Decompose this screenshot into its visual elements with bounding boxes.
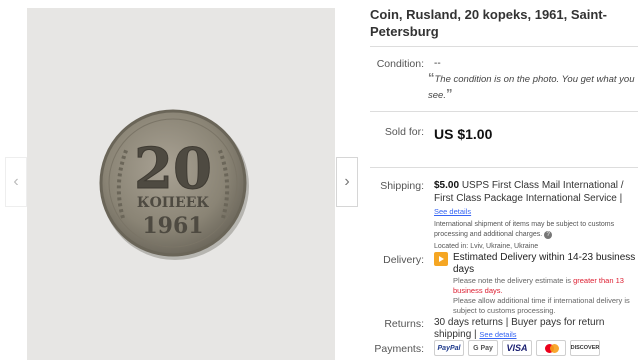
shipping-info: $5.00 USPS First Class Mail Internationa… bbox=[434, 179, 636, 252]
returns-label: Returns: bbox=[384, 318, 424, 330]
item-title: Coin, Rusland, 20 kopeks, 1961, Saint-Pe… bbox=[370, 7, 607, 39]
condition-note-text: The condition is on the photo. You get w… bbox=[428, 74, 635, 101]
delivery-estimate: Estimated Delivery within 14-23 business… bbox=[453, 252, 636, 275]
item-location: Located in: Lviv, Ukraine, Ukraine bbox=[434, 243, 539, 250]
shipping-cost: $5.00 bbox=[434, 180, 460, 191]
returns-text: 30 days returns | Buyer pays for return … bbox=[434, 317, 605, 340]
chevron-left-icon: ‹ bbox=[13, 173, 19, 190]
divider bbox=[370, 167, 638, 168]
google-pay-icon: G Pay bbox=[468, 340, 498, 356]
paypal-icon: PayPal bbox=[434, 340, 464, 356]
condition-note: “The condition is on the photo. You get … bbox=[428, 71, 638, 103]
shipping-label: Shipping: bbox=[380, 180, 424, 192]
previous-image-button[interactable]: ‹ bbox=[5, 157, 27, 207]
coin-year: 1961 bbox=[142, 213, 203, 239]
payment-methods: PayPal G Pay VISA DISCOVER bbox=[434, 340, 600, 356]
next-image-button[interactable]: › bbox=[336, 157, 358, 207]
sold-price: US $1.00 bbox=[434, 126, 493, 142]
shipping-note-text: International shipment of items may be s… bbox=[434, 221, 615, 238]
sold-for-label: Sold for: bbox=[384, 126, 424, 138]
delivery-note-prefix: Please note the delivery estimate is bbox=[453, 276, 574, 285]
mastercard-icon bbox=[536, 340, 566, 356]
shipping-note: International shipment of items may be s… bbox=[434, 220, 636, 240]
shipping-service: USPS First Class Mail International / Fi… bbox=[434, 180, 624, 204]
coin-image: 20 КОПЕЕК 1961 bbox=[99, 109, 249, 260]
delivery-truck-icon bbox=[434, 252, 448, 266]
visa-icon: VISA bbox=[502, 340, 532, 356]
returns-see-details-link[interactable]: See details bbox=[479, 330, 516, 339]
image-gallery: 20 КОПЕЕК 1961 ‹ › bbox=[0, 0, 362, 360]
shipping-see-details-link[interactable]: See details bbox=[434, 207, 471, 216]
chevron-right-icon: › bbox=[344, 173, 350, 190]
coin-word: КОПЕЕК bbox=[137, 195, 209, 211]
returns-info: 30 days returns | Buyer pays for return … bbox=[434, 317, 636, 341]
item-details: Coin, Rusland, 20 kopeks, 1961, Saint-Pe… bbox=[362, 0, 640, 360]
mastercard-orange-circle bbox=[550, 344, 559, 353]
delivery-label: Delivery: bbox=[383, 254, 424, 266]
delivery-note-suffix: Please allow additional time if internat… bbox=[453, 296, 630, 315]
condition-label: Condition: bbox=[376, 58, 424, 70]
divider bbox=[370, 111, 638, 112]
divider bbox=[370, 46, 638, 47]
coin-denomination: 20 bbox=[134, 136, 212, 202]
discover-icon: DISCOVER bbox=[570, 340, 600, 356]
close-quote-icon: ” bbox=[445, 86, 453, 101]
delivery-note: Please note the delivery estimate is gre… bbox=[453, 276, 638, 316]
item-photo[interactable]: 20 КОПЕЕК 1961 bbox=[27, 8, 335, 360]
payments-label: Payments: bbox=[374, 343, 424, 355]
condition-value: -- bbox=[434, 58, 441, 69]
info-icon[interactable]: ? bbox=[544, 231, 553, 239]
